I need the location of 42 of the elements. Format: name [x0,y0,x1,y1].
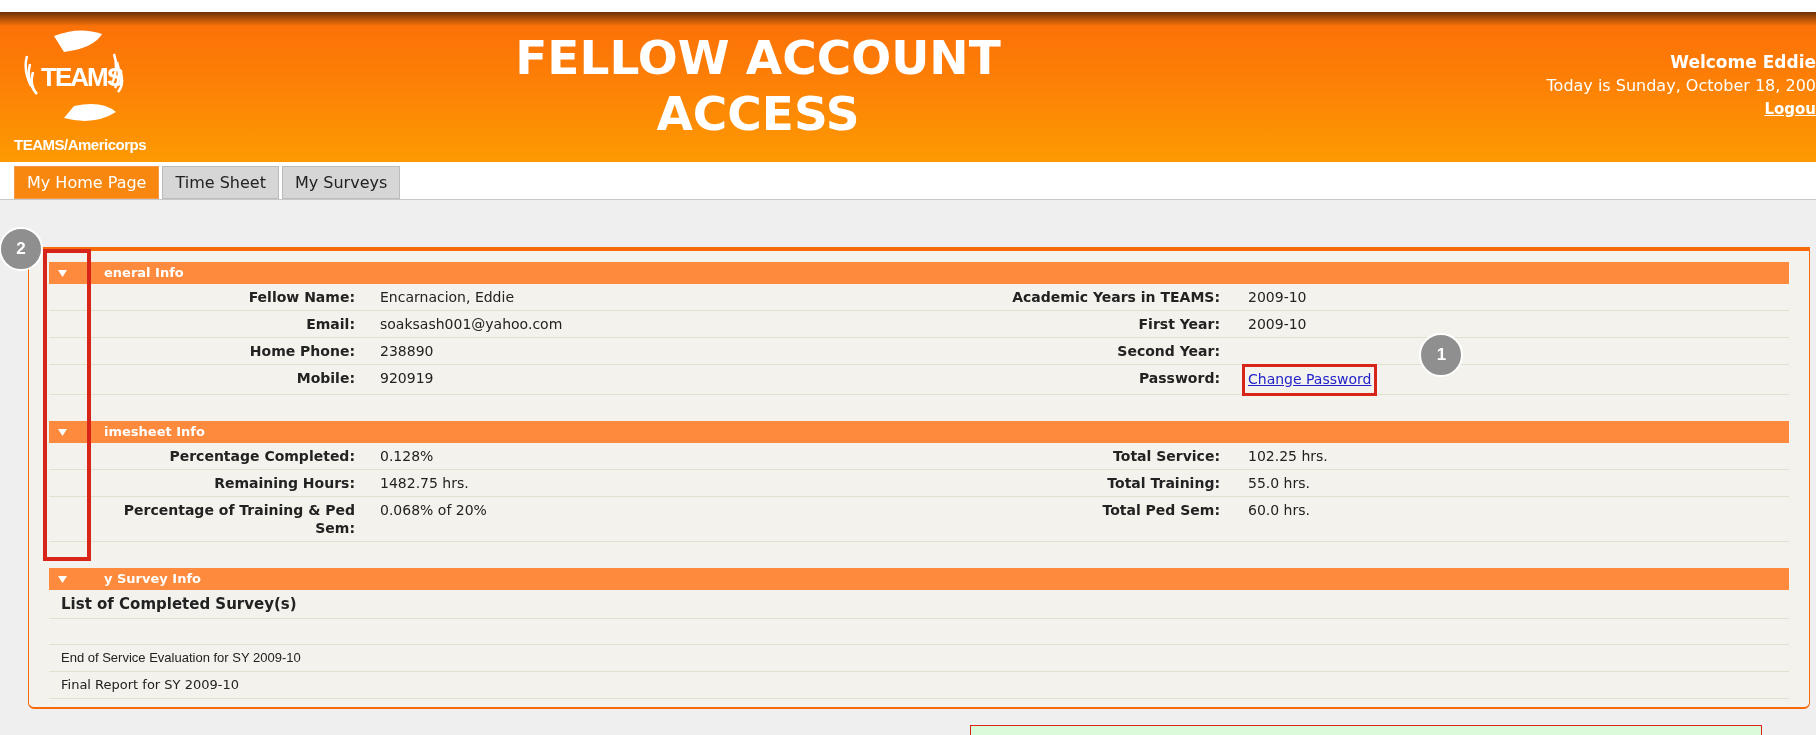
field-label: Total Ped Sem: [1102,501,1220,519]
expanded-triangle-icon[interactable] [57,427,68,437]
field-value: 238890 [380,342,435,360]
change-password-link[interactable]: Change Password [1248,371,1372,387]
expanded-triangle-icon[interactable] [57,268,68,278]
field-value: 2009-10 [1248,315,1307,333]
logo-caption: TEAMS/Americorps [14,135,148,155]
survey-item[interactable]: Final Report for SY 2009-10 [61,675,239,695]
date-text: Today is Sunday, October 18, 200 [1546,75,1816,97]
page-title: FELLOW ACCOUNT [515,30,1001,86]
tab[interactable]: Time Sheet [162,166,279,199]
field-value: 0.068% of 20% [380,501,488,519]
field-label: Password: [1138,369,1220,387]
tab[interactable]: My Surveys [281,166,401,199]
field-value: 60.0 hrs. [1248,501,1310,519]
field-label: Total Training: [1107,474,1220,492]
field-label: Email: [305,315,355,333]
field-value: 2009-10 [1248,288,1307,306]
welcome-text: Welcome Eddie [1670,51,1816,74]
field-label: Percentage Completed: [168,447,355,465]
survey-item[interactable]: End of Service Evaluation for SY 2009-10 [61,648,301,668]
field-label: Academic Years in TEAMS: [1012,288,1220,306]
field-value: 102.25 hrs. [1248,447,1328,465]
field-label: Mobile: [295,369,355,387]
page-title: ACCESS [656,86,860,142]
field-value: 1482.75 hrs. [380,474,470,492]
field-label: Home Phone: [248,342,355,360]
field-label: Second Year: [1117,342,1220,360]
field-value: 0.128% [380,447,435,465]
annotation-badge: 1 [1419,333,1464,377]
field-label: Percentage of Training & Ped Sem: [123,501,355,537]
field-value: soaksash001@yahoo.com [380,315,564,333]
field-label: Remaining Hours: [213,474,355,492]
annotation-badge: 2 [0,227,43,271]
field-label: Total Service: [1113,447,1220,465]
expanded-triangle-icon[interactable] [57,574,68,584]
list-heading: List of Completed Survey(s) [61,593,297,615]
field-value: Encarnacion, Eddie [380,288,515,306]
field-label: First Year: [1138,315,1220,333]
field-value: 920919 [380,369,435,387]
field-label: Fellow Name: [247,288,355,306]
field-value: 55.0 hrs. [1248,474,1310,492]
